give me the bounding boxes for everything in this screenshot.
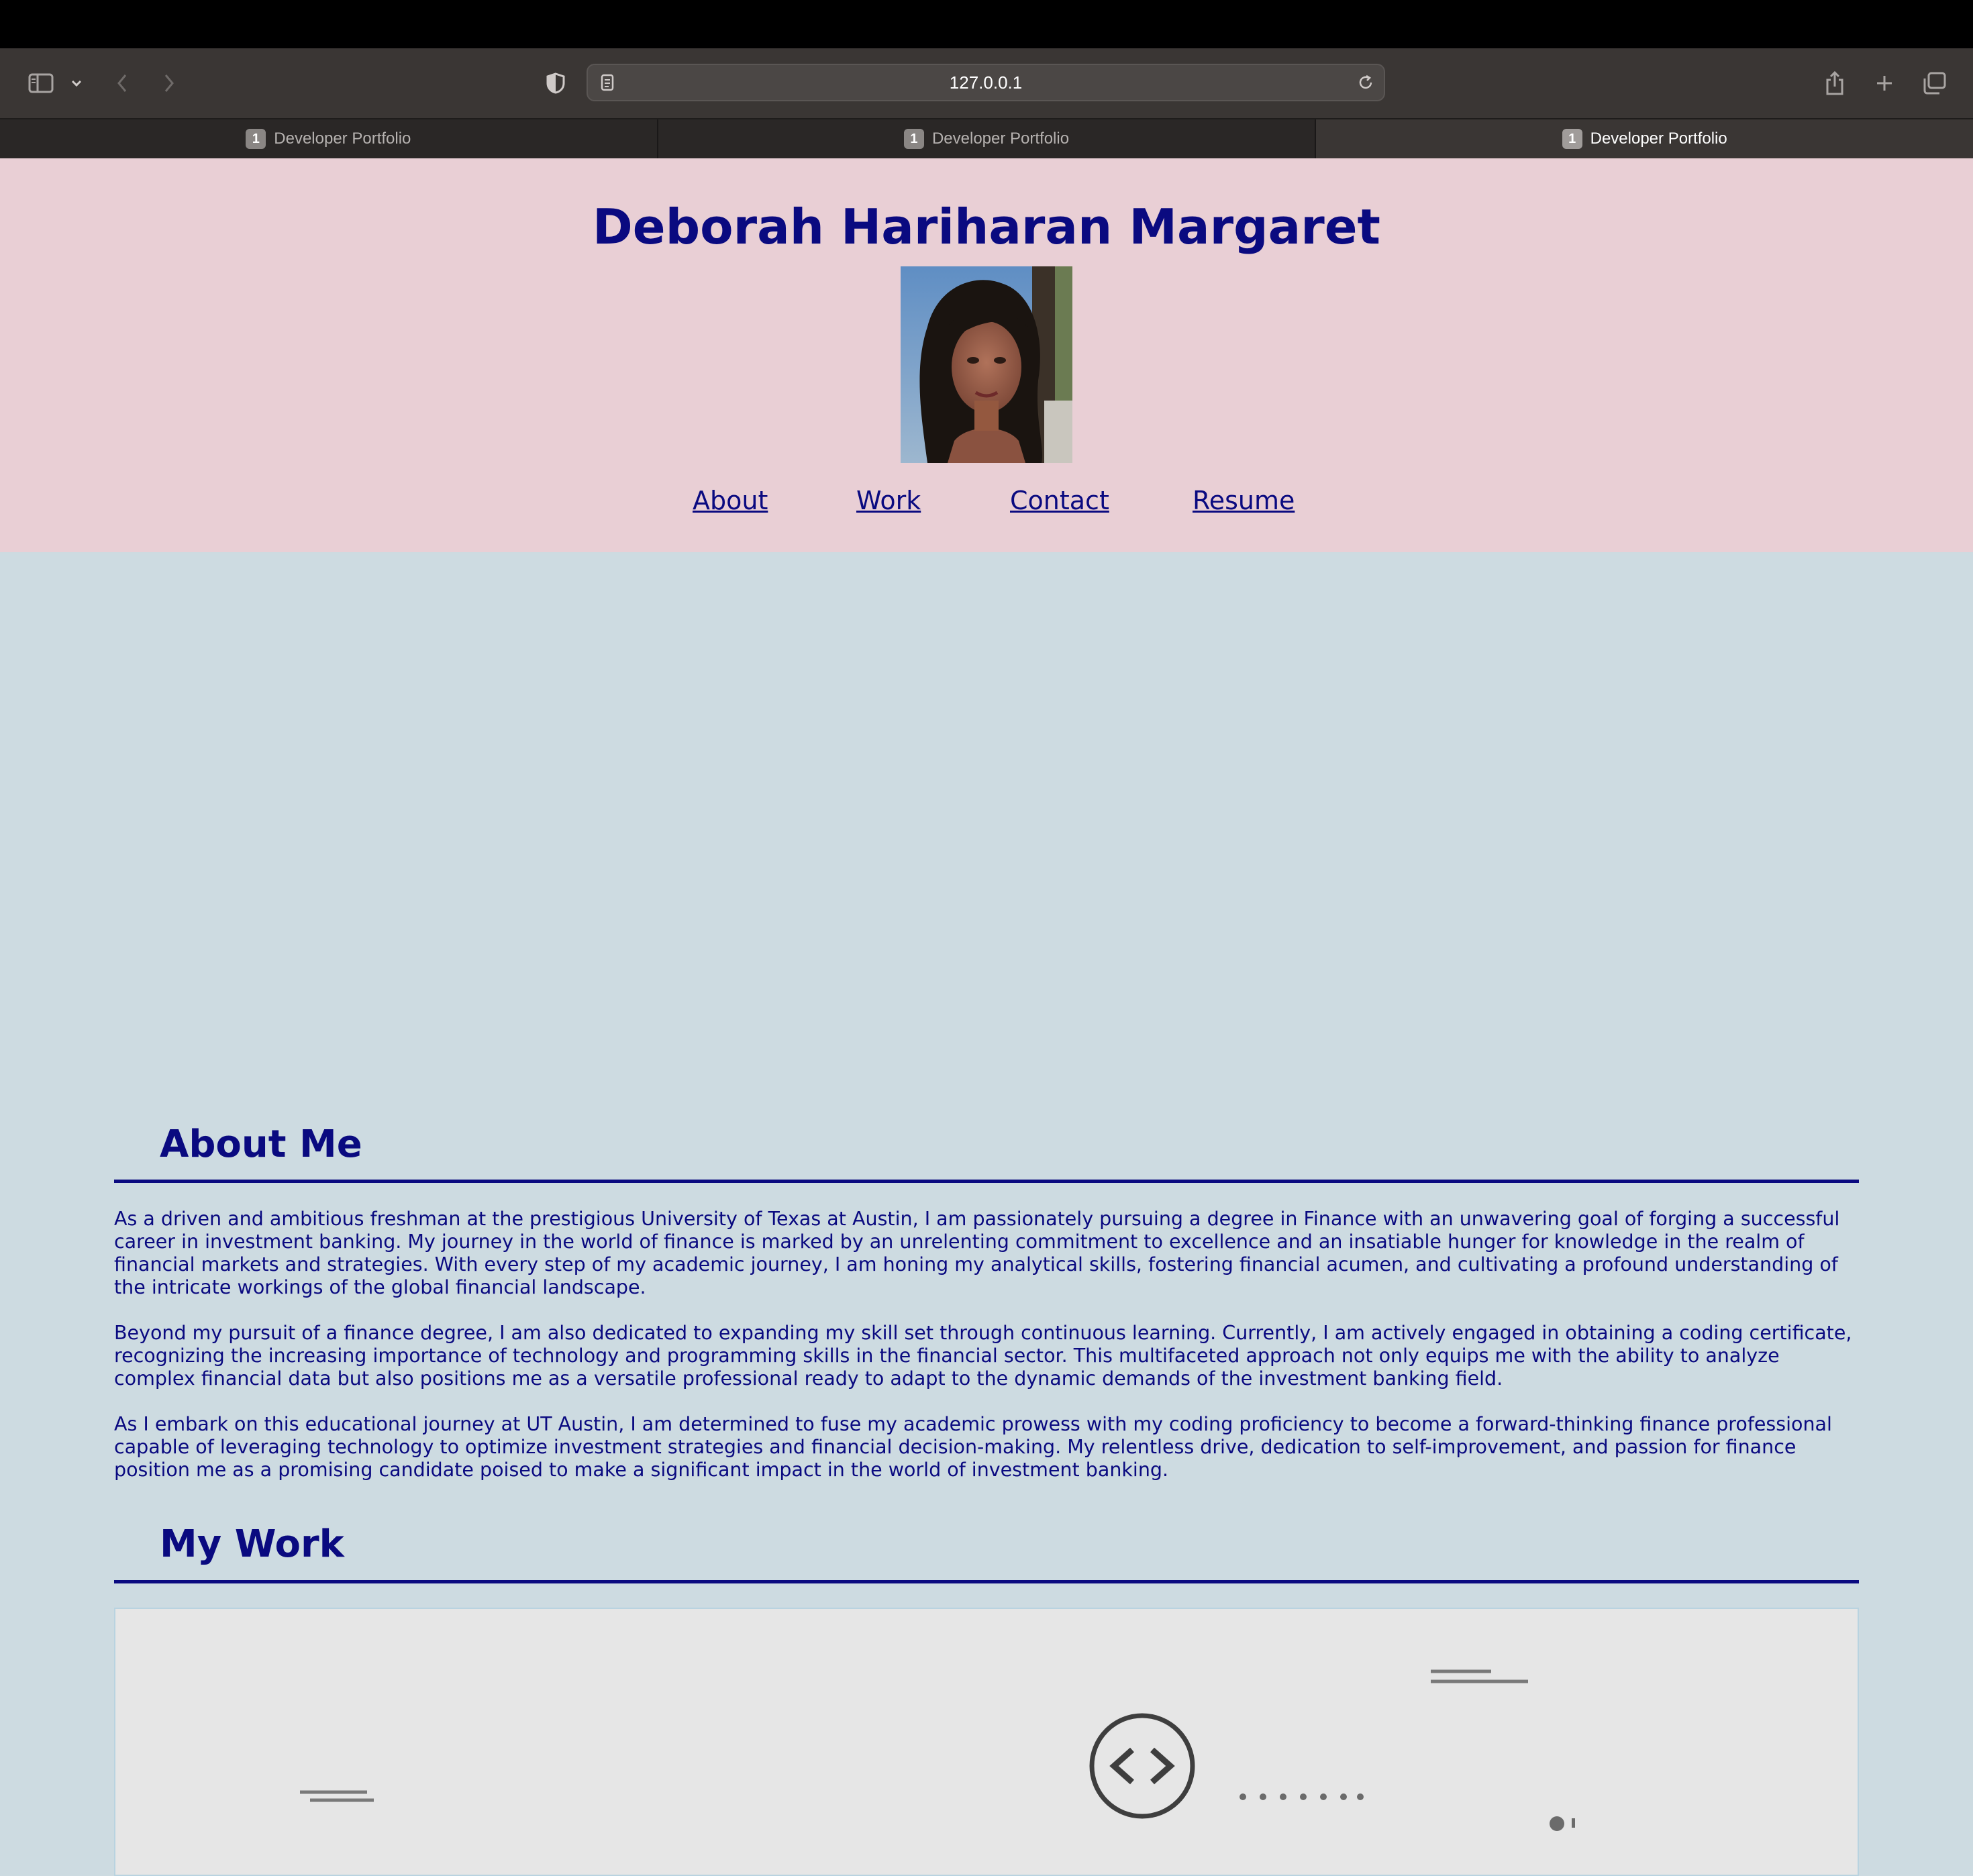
code-icon <box>1089 1713 1195 1819</box>
project-illustration <box>300 1669 1575 1831</box>
nav-contact-link[interactable]: Contact <box>1010 486 1109 515</box>
about-divider <box>114 1180 1859 1183</box>
back-icon[interactable] <box>110 48 134 118</box>
share-icon[interactable] <box>1823 48 1847 118</box>
url-text: 127.0.0.1 <box>949 72 1023 93</box>
reload-icon[interactable] <box>1356 64 1376 101</box>
address-bar[interactable]: 127.0.0.1 <box>587 64 1385 101</box>
privacy-shield-icon[interactable] <box>542 48 569 118</box>
nav-about-link[interactable]: About <box>693 486 768 515</box>
tab-favicon: 1 <box>1562 129 1582 149</box>
tab-developer-portfolio-1[interactable]: 1 Developer Portfolio <box>0 119 658 158</box>
about-paragraph-1: As a driven and ambitious freshman at th… <box>114 1208 1840 1298</box>
tab-title: Developer Portfolio <box>274 129 411 148</box>
tab-overview-icon[interactable] <box>1921 48 1947 118</box>
tab-title: Developer Portfolio <box>1590 129 1727 148</box>
profile-photo <box>901 266 1072 463</box>
nav-resume-link[interactable]: Resume <box>1193 486 1295 515</box>
work-project-card[interactable] <box>114 1608 1859 1876</box>
tab-title: Developer Portfolio <box>931 129 1070 148</box>
tab-developer-portfolio-3[interactable]: 1 Developer Portfolio <box>1316 119 1973 158</box>
tab-developer-portfolio-2[interactable]: 1 Developer Portfolio <box>658 119 1317 158</box>
sidebar-toggle-icon[interactable] <box>26 48 56 118</box>
tab-favicon: 1 <box>903 129 924 149</box>
new-tab-icon[interactable] <box>1872 48 1896 118</box>
site-header: Deborah Hariharan Margaret About Work Co… <box>0 158 1973 552</box>
tab-strip: 1 Developer Portfolio 1 Developer Portfo… <box>0 119 1973 158</box>
work-heading: My Work <box>160 1522 344 1566</box>
about-paragraph-2: Beyond my pursuit of a finance degree, I… <box>114 1322 1852 1390</box>
tab-favicon: 1 <box>246 129 266 149</box>
nav-work-link[interactable]: Work <box>856 486 921 515</box>
forward-icon[interactable] <box>157 48 181 118</box>
browser-toolbar: 127.0.0.1 <box>0 48 1973 119</box>
chevron-down-icon[interactable] <box>67 48 86 118</box>
site-title: Deborah Hariharan Margaret <box>593 199 1380 255</box>
about-paragraph-3: As I embark on this educational journey … <box>114 1413 1832 1481</box>
system-menu-bar <box>0 0 1973 48</box>
work-divider <box>114 1580 1859 1583</box>
about-heading: About Me <box>160 1123 362 1166</box>
